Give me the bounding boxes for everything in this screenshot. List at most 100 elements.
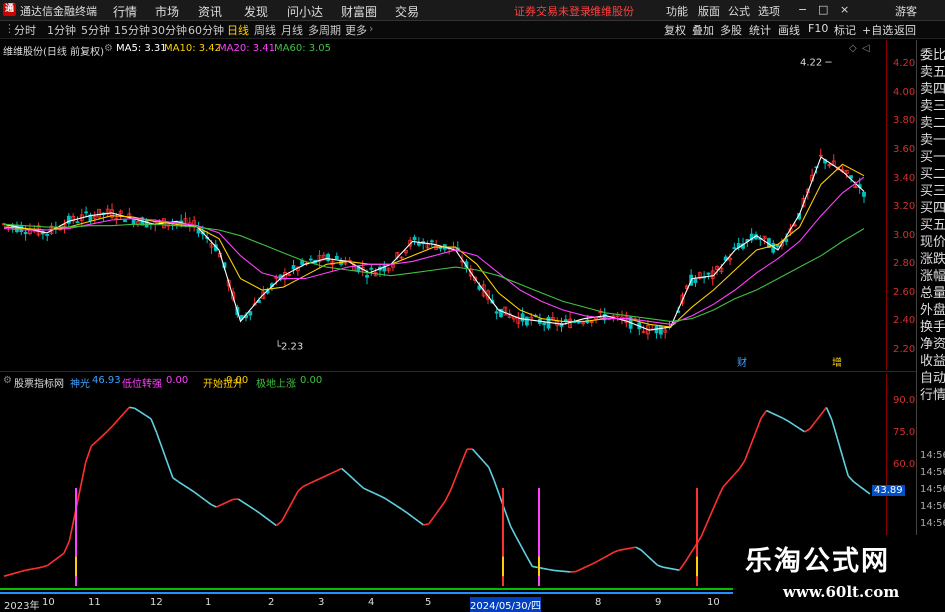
indicator-segment	[276, 521, 281, 525]
chevron-down-icon[interactable]: ›	[369, 22, 373, 35]
date-label: 2023年	[4, 597, 39, 612]
indicator-segment	[674, 569, 679, 570]
indicator-segment	[848, 476, 853, 482]
app-title: 通达信金融终端	[20, 3, 97, 19]
tab-multiperiod[interactable]: 多周期	[308, 22, 341, 38]
indicator-segment	[423, 524, 428, 525]
indicator-segment	[745, 447, 750, 461]
tab-fenshi[interactable]: 分时	[14, 22, 36, 38]
close-icon[interactable]: ×	[840, 3, 849, 16]
indicator-segment	[636, 547, 641, 550]
price-tick-label: 4.20	[893, 58, 915, 69]
date-label: 11	[88, 597, 101, 608]
menu-caifuquan[interactable]: 财富圈	[341, 3, 377, 20]
candle-body	[335, 256, 338, 258]
minimize-icon[interactable]: −	[798, 3, 807, 16]
btn-tongji[interactable]: 统计	[749, 22, 771, 38]
menu-banmian[interactable]: 版面	[698, 3, 720, 19]
low-price-label: └2.23	[275, 340, 303, 353]
signal-bar-marker	[75, 557, 77, 577]
tab-more[interactable]: 更多	[345, 22, 367, 38]
tab-30min[interactable]: 30分钟	[151, 22, 187, 38]
tab-15min[interactable]: 15分钟	[114, 22, 150, 38]
signal-bar-marker	[502, 557, 504, 577]
indicator-segment	[260, 513, 265, 517]
indicator-segment	[549, 569, 554, 570]
maximize-icon[interactable]: □	[818, 3, 828, 16]
increase-marker: 增	[832, 356, 842, 369]
menu-faxian[interactable]: 发现	[244, 3, 268, 20]
indicator-segment	[353, 478, 358, 483]
stock-link[interactable]: 维维股份	[590, 3, 634, 19]
indicator-segment	[347, 473, 352, 478]
indicator-segment	[505, 511, 510, 526]
indicator-segment	[685, 554, 690, 563]
indicator-segment	[854, 482, 859, 486]
menu-gongshi[interactable]: 公式	[728, 3, 750, 19]
tab-weekly[interactable]: 周线	[254, 22, 276, 38]
title-bar: 通 通达信金融终端 行情 市场 资讯 发现 问小达 财富圈 交易 证券交易未登录…	[0, 0, 945, 21]
btn-fuquan[interactable]: 复权	[664, 22, 686, 38]
btn-biaoji[interactable]: 标记	[834, 22, 856, 38]
quote-label[interactable]: 行情	[920, 384, 945, 403]
indicator-segment	[380, 496, 385, 499]
ma-line-ma60	[4, 224, 864, 321]
indicator-segment	[777, 416, 782, 419]
tab-1min[interactable]: 1分钟	[47, 22, 76, 38]
indicator-segment	[652, 560, 657, 565]
indicator-segment	[282, 511, 287, 521]
candle-body	[413, 237, 416, 239]
guest-label[interactable]: 游客	[895, 3, 917, 19]
indicator-segment	[668, 568, 673, 569]
indicator-segment	[434, 509, 439, 517]
tab-5min[interactable]: 5分钟	[81, 22, 110, 38]
menu-hangqing[interactable]: 行情	[113, 3, 137, 20]
indicator-segment	[255, 510, 260, 514]
candlestick-chart[interactable]: 4.22 ─└2.23财增	[0, 40, 886, 370]
menu-xuanxiang[interactable]: 选项	[758, 3, 780, 19]
pane-separator[interactable]	[0, 371, 916, 372]
indicator-segment	[810, 422, 815, 429]
menu-gongneng[interactable]: 功能	[666, 3, 688, 19]
indicator-segment	[412, 517, 417, 521]
indicator-segment	[271, 521, 276, 525]
indicator-segment	[565, 571, 570, 572]
menu-shichang[interactable]: 市场	[155, 3, 179, 20]
btn-zixuan[interactable]: +自选	[862, 22, 893, 38]
price-tick-label: 4.00	[893, 87, 915, 98]
tab-daily[interactable]: 日线	[227, 22, 249, 38]
menu-jiaoyi[interactable]: 交易	[395, 3, 419, 20]
indicator-segment	[527, 557, 532, 567]
indicator-segment	[832, 420, 837, 439]
indicator-segment	[756, 418, 761, 432]
indicator-segment	[37, 567, 42, 568]
date-label: 9	[655, 597, 661, 608]
menu-wenxiaoda[interactable]: 问小达	[287, 3, 323, 20]
signal-bar-marker	[696, 557, 698, 577]
indicator-segment	[799, 428, 804, 432]
indicator-segment	[140, 412, 145, 416]
btn-huaxian[interactable]: 画线	[778, 22, 800, 38]
watermark: 乐淘公式网 www.60lt.com	[733, 535, 945, 607]
login-warning[interactable]: 证券交易未登录	[514, 3, 591, 19]
indicator-segment	[707, 511, 712, 524]
btn-diejia[interactable]: 叠加	[692, 22, 714, 38]
indicator-segment	[843, 457, 848, 476]
indicator-segment	[440, 501, 445, 509]
btn-duogu[interactable]: 多股	[720, 22, 742, 38]
candle-body	[863, 192, 866, 196]
indicator-segment	[336, 469, 341, 472]
indicator-segment	[113, 419, 118, 425]
indicator-segment	[489, 467, 494, 480]
indicator-segment	[516, 537, 521, 547]
tab-monthly[interactable]: 月线	[281, 22, 303, 38]
btn-f10[interactable]: F10	[808, 22, 828, 35]
indicator-segment	[124, 407, 129, 413]
candle-body	[733, 248, 736, 249]
btn-fanhui[interactable]: 返回	[894, 22, 916, 38]
indicator-segment	[167, 463, 172, 478]
menu-zixun[interactable]: 资讯	[198, 3, 222, 20]
ma-line-ma5	[4, 157, 864, 330]
period-toolbar: ⋮ 分时 1分钟 5分钟 15分钟 30分钟 60分钟 日线 周线 月线 多周期…	[0, 21, 945, 39]
tab-60min[interactable]: 60分钟	[188, 22, 224, 38]
